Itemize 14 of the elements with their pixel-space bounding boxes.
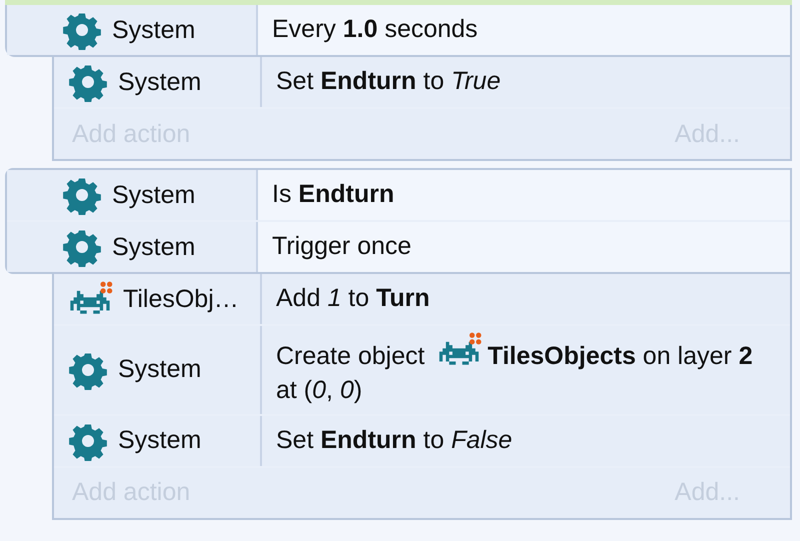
condition-text[interactable]: Trigger once [272, 230, 412, 264]
action-text[interactable]: Set Endturn to False [276, 424, 512, 458]
object-name[interactable]: System [118, 426, 202, 455]
object-name[interactable]: System [112, 16, 196, 44]
action-text[interactable]: Set Endturn to True [276, 65, 501, 99]
object-name[interactable]: System [112, 180, 196, 210]
object-name[interactable]: System [112, 232, 196, 262]
condition-text[interactable]: Is Endturn [272, 178, 394, 212]
object-name[interactable]: System [118, 68, 202, 96]
condition-text[interactable]: Every 1.0 seconds [272, 13, 478, 47]
object-name[interactable]: TilesObj… [123, 284, 239, 314]
object-name[interactable]: System [118, 355, 202, 384]
action-text[interactable]: Create object TilesObjects on layer 2 at (0, 0) [276, 332, 776, 408]
action-text[interactable]: Add 1 to Turn [276, 282, 430, 316]
